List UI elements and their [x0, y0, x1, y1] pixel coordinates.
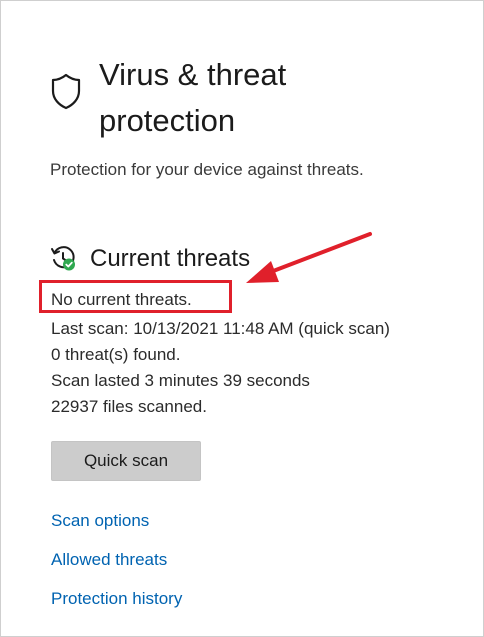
files-scanned-text: 22937 files scanned.	[51, 397, 207, 416]
shield-icon	[51, 73, 81, 110]
scan-options-link[interactable]: Scan options	[51, 509, 149, 533]
page-title: Virus & threat protection	[99, 57, 287, 138]
last-scan-text: Last scan: 10/13/2021 11:48 AM (quick sc…	[51, 319, 390, 338]
annotation-highlight-box	[39, 280, 232, 313]
threat-history-check-icon	[51, 246, 75, 271]
section-title-current-threats: Current threats	[90, 245, 251, 272]
allowed-threats-link[interactable]: Allowed threats	[51, 548, 167, 572]
page-subtitle: Protection for your device against threa…	[50, 160, 364, 179]
scan-duration-text: Scan lasted 3 minutes 39 seconds	[51, 371, 310, 390]
quick-scan-button[interactable]: Quick scan	[51, 441, 201, 481]
protection-history-link[interactable]: Protection history	[51, 587, 182, 611]
threats-found-text: 0 threat(s) found.	[51, 345, 181, 364]
